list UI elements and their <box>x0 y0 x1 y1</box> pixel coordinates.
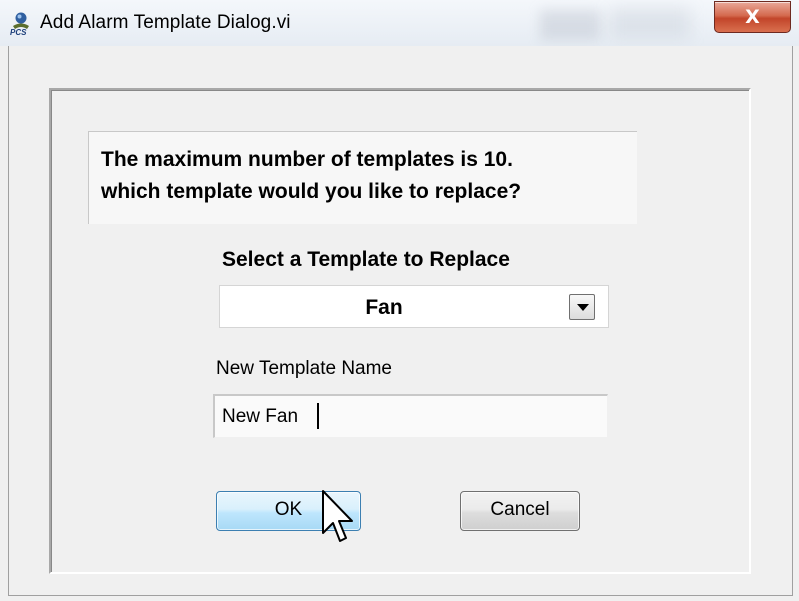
new-template-name-label: New Template Name <box>216 358 393 379</box>
template-select[interactable]: Fan <box>219 285 609 328</box>
message-line-1: The maximum number of templates is 10. <box>101 148 513 171</box>
window-title: Add Alarm Template Dialog.vi <box>40 12 291 33</box>
message-box: The maximum number of templates is 10. w… <box>88 131 637 224</box>
app-logo-icon: PCS <box>10 12 29 36</box>
svg-text:PCS: PCS <box>10 28 27 36</box>
template-select-label: Select a Template to Replace <box>222 248 510 271</box>
close-button[interactable]: X <box>714 1 791 33</box>
message-line-2: which template would you like to replace… <box>101 180 522 203</box>
mouse-pointer-icon <box>322 490 353 542</box>
cancel-button[interactable]: Cancel <box>460 491 580 531</box>
chevron-down-icon[interactable] <box>569 294 595 320</box>
new-template-name-input[interactable] <box>213 394 608 438</box>
template-select-value: Fan <box>365 296 403 319</box>
text-caret <box>317 403 319 429</box>
title-bar[interactable]: PCS Add Alarm Template Dialog.vi X <box>0 0 799 46</box>
